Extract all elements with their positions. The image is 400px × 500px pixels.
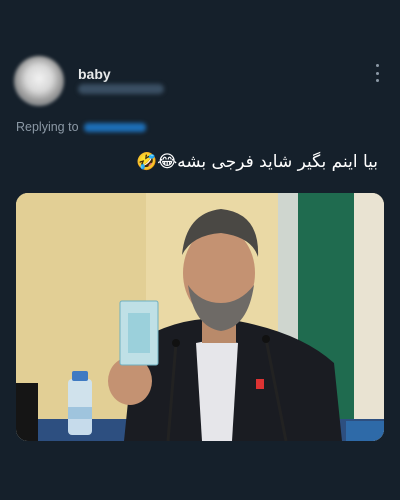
- replying-to-label: Replying to: [16, 120, 79, 134]
- author-name[interactable]: baby: [78, 66, 111, 82]
- more-vertical-icon-dot: [375, 79, 379, 82]
- more-vertical-icon-dot: [375, 71, 379, 75]
- more-options-button[interactable]: [374, 64, 380, 82]
- replying-to: Replying to: [16, 120, 146, 134]
- avatar[interactable]: [14, 56, 64, 106]
- reply-handle-link[interactable]: [83, 122, 146, 132]
- photo-scene: [16, 193, 384, 441]
- author-handle[interactable]: [78, 84, 164, 94]
- tweet-text: بیا اینم بگیر شاید فرجی بشه😂🤣: [136, 152, 378, 172]
- more-vertical-icon: [375, 64, 379, 67]
- tweet-media-image[interactable]: [16, 193, 384, 441]
